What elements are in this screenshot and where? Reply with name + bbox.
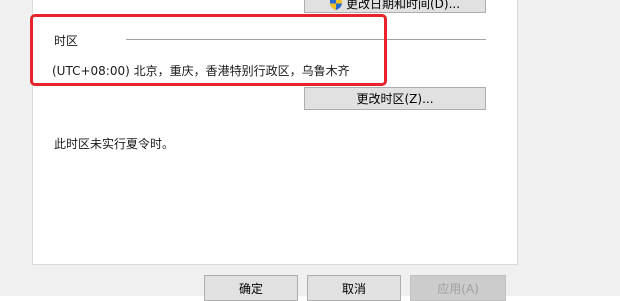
apply-label: 应用(A) — [437, 281, 479, 296]
cancel-button[interactable]: 取消 — [307, 275, 401, 301]
timezone-group-label: 时区 — [54, 34, 79, 48]
change-datetime-button[interactable]: 更改日期和时间(D)... — [304, 0, 486, 13]
date-time-dialog: 更改日期和时间(D)... 时区 (UTC+08:00) 北京，重庆，香港特别行… — [0, 0, 620, 301]
ok-label: 确定 — [238, 281, 263, 296]
apply-button[interactable]: 应用(A) — [410, 275, 506, 301]
cancel-label: 取消 — [341, 281, 366, 296]
group-divider — [126, 39, 486, 40]
ok-button[interactable]: 确定 — [204, 275, 298, 301]
uac-shield-icon — [329, 0, 342, 10]
change-timezone-button[interactable]: 更改时区(Z)... — [304, 87, 486, 110]
change-timezone-label: 更改时区(Z)... — [356, 92, 434, 106]
change-datetime-label: 更改日期和时间(D)... — [345, 0, 461, 11]
dst-note: 此时区未实行夏令时。 — [54, 137, 175, 151]
timezone-value: (UTC+08:00) 北京，重庆，香港特别行政区，乌鲁木齐 — [52, 64, 350, 78]
